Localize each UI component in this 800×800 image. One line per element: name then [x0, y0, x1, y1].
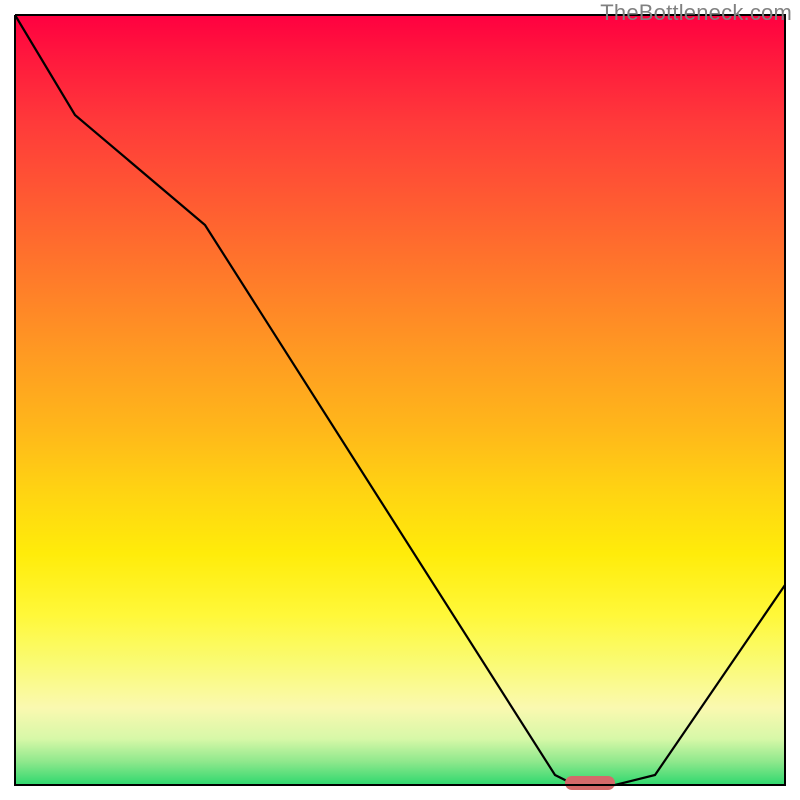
chart-root: TheBottleneck.com	[0, 0, 800, 800]
axis-right	[784, 15, 786, 786]
bottleneck-curve	[15, 15, 785, 785]
axis-left	[14, 15, 16, 786]
axis-bottom	[15, 784, 785, 786]
optimal-range-marker	[565, 776, 615, 790]
watermark-text: TheBottleneck.com	[600, 0, 792, 26]
